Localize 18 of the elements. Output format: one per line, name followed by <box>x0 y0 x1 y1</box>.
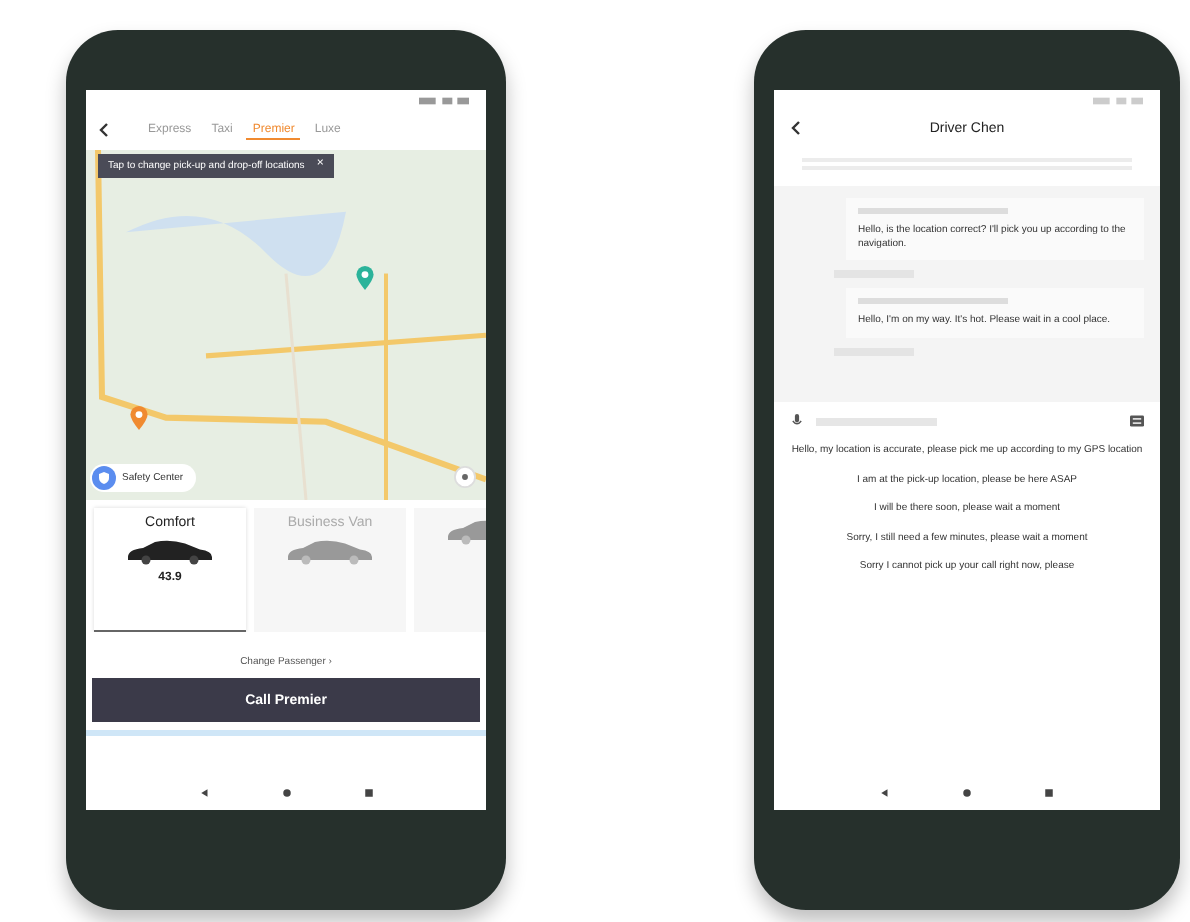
back-nav-icon[interactable] <box>199 787 209 797</box>
car-icon <box>284 536 376 566</box>
destination-pin-icon <box>356 266 374 290</box>
recents-nav-icon[interactable] <box>1044 787 1054 797</box>
microphone-icon[interactable] <box>790 414 804 428</box>
recents-nav-icon[interactable] <box>363 787 373 797</box>
status-icons-icon <box>414 95 474 105</box>
shield-icon <box>92 466 116 490</box>
locate-icon[interactable] <box>454 466 476 488</box>
back-icon[interactable] <box>790 120 802 136</box>
back-nav-icon[interactable] <box>880 787 890 797</box>
home-nav-icon[interactable] <box>962 787 972 797</box>
back-icon[interactable] <box>98 122 110 138</box>
status-icons-icon <box>1088 95 1148 105</box>
pickup-pin-icon <box>130 406 148 430</box>
keyboard-icon[interactable] <box>1130 414 1144 428</box>
home-nav-icon[interactable] <box>281 787 291 797</box>
car-icon <box>124 536 216 566</box>
